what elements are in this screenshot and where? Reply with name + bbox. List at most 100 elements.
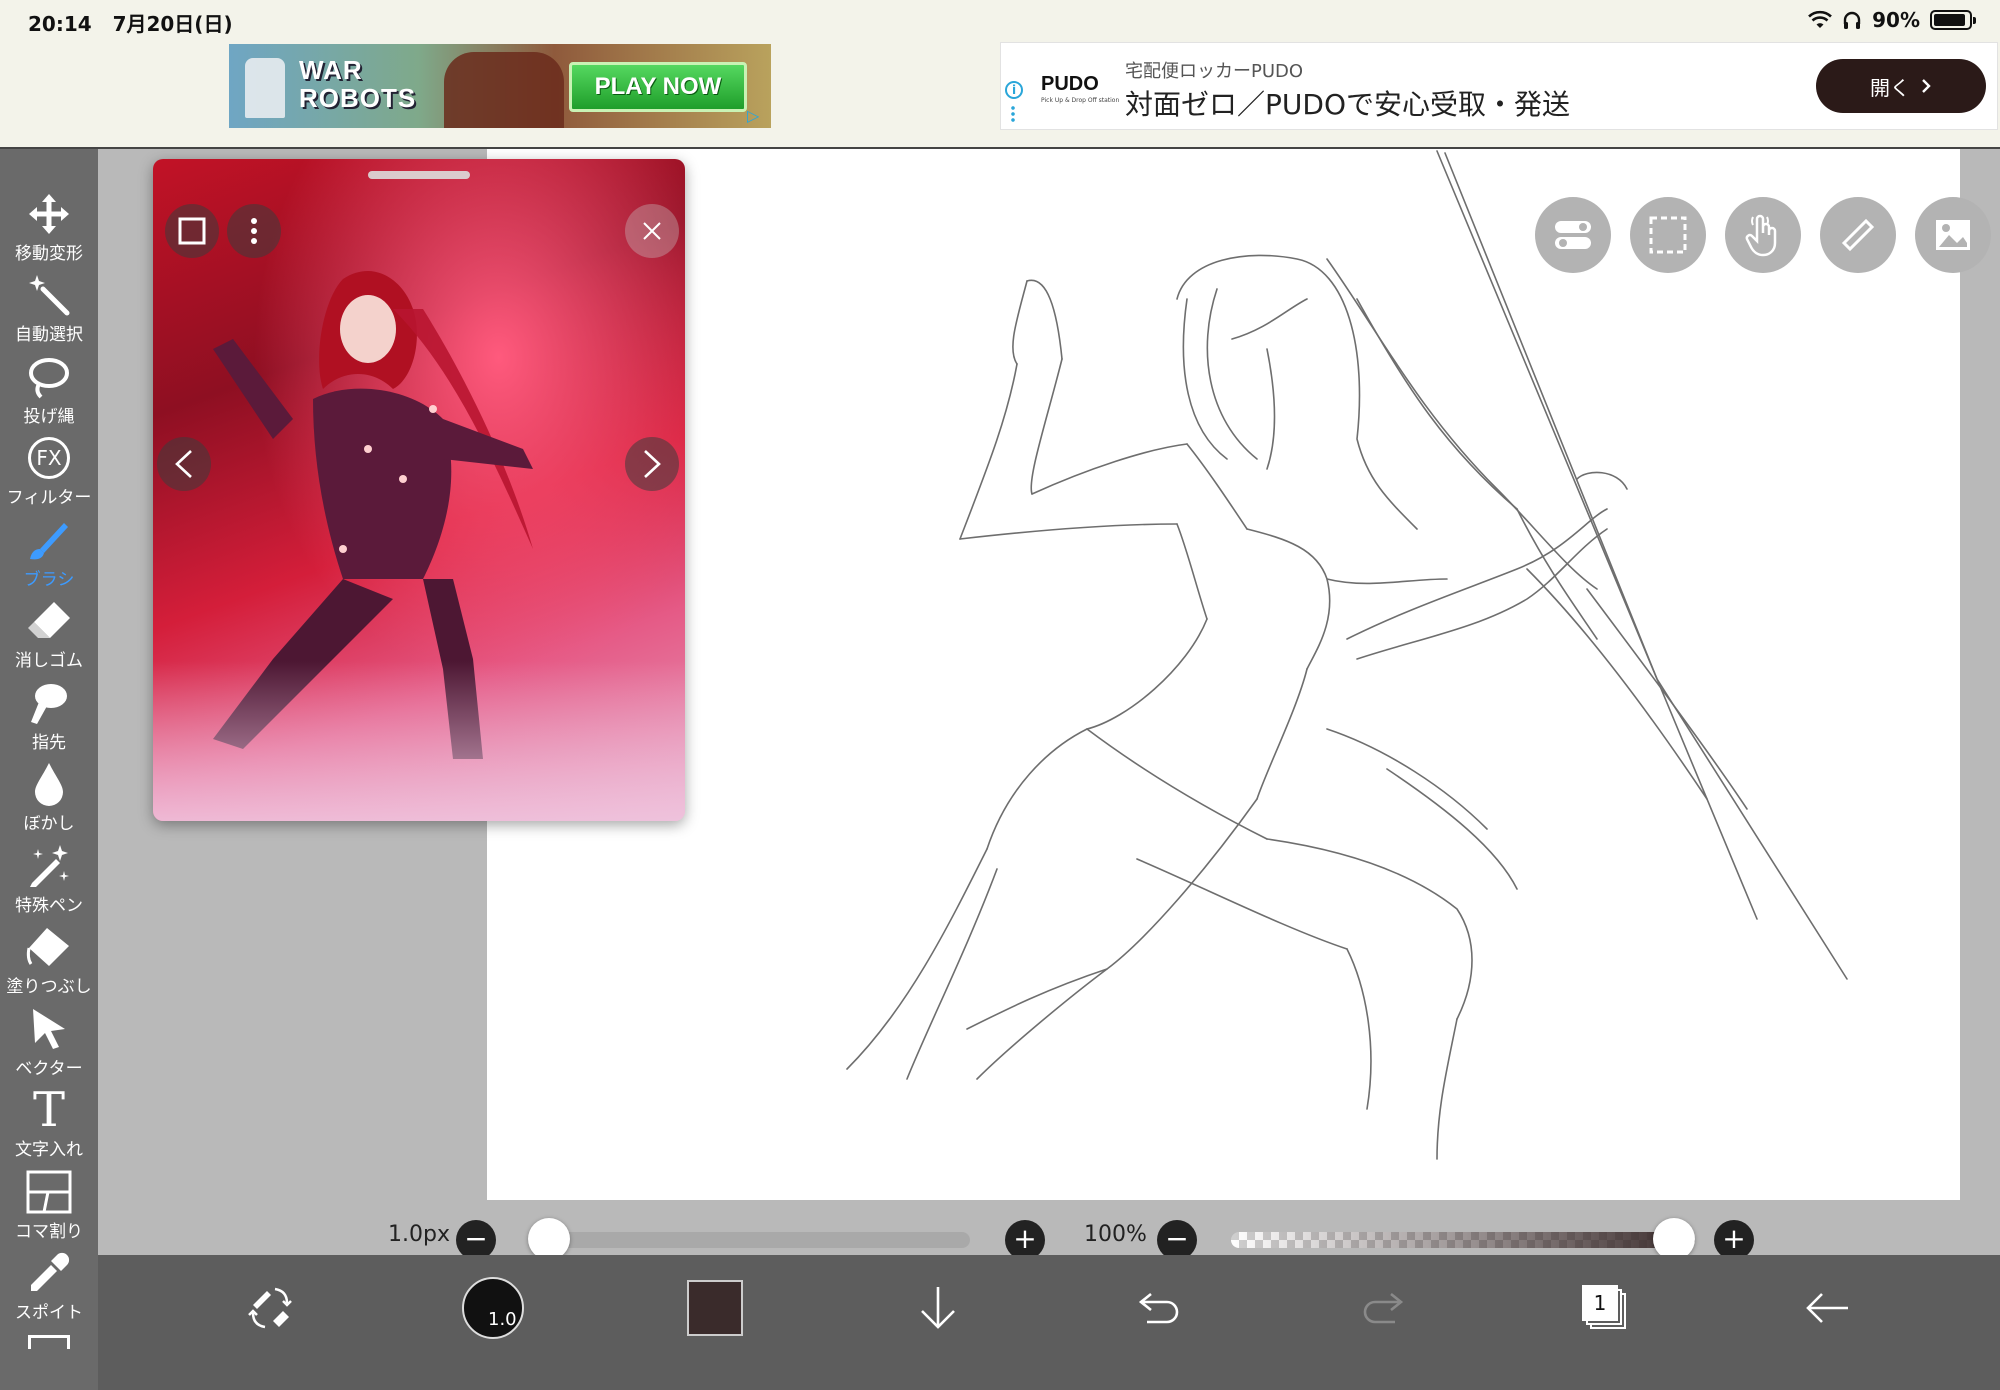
brush-icon: [30, 523, 68, 560]
opacity-track[interactable]: [1231, 1232, 1695, 1248]
tool-vector[interactable]: ベクター: [0, 1004, 98, 1084]
size-increase-button[interactable]: +: [1005, 1220, 1045, 1260]
tool-fill[interactable]: 塗りつぶし: [0, 922, 98, 1002]
ruler-button[interactable]: [1820, 197, 1896, 273]
finger-icon: [31, 684, 67, 724]
chevron-left-icon: [175, 450, 192, 478]
tool-label: 指先: [32, 733, 66, 753]
opacity-value: 100%: [1084, 1222, 1147, 1247]
ad-headline: 対面ゼロ／PUDOで安心受取・発送: [1125, 88, 1570, 121]
arrow-left-icon: [1806, 1293, 1848, 1323]
toggle-panel-button[interactable]: [1535, 197, 1611, 273]
ad-subtitle: 宅配便ロッカーPUDO: [1125, 61, 1304, 82]
tool-magic-wand[interactable]: 自動選択: [0, 270, 98, 350]
mech-art: [444, 52, 564, 128]
tool-eraser[interactable]: 消しゴム: [0, 596, 98, 676]
opacity-increase-button[interactable]: +: [1714, 1220, 1754, 1260]
brush-size-button[interactable]: 1.0: [458, 1273, 528, 1343]
tool-move[interactable]: 移動変形: [0, 189, 98, 269]
tool-filter[interactable]: FX フィルター: [0, 433, 98, 513]
eraser-icon: [28, 602, 70, 638]
move-icon: [29, 194, 69, 234]
fx-icon: FX: [28, 437, 70, 479]
sketch-lines: [846, 150, 1848, 1160]
quick-switch-button[interactable]: [235, 1273, 305, 1343]
tool-eyedropper[interactable]: スポイト: [0, 1248, 98, 1328]
pudo-logo: PUDO: [1041, 73, 1099, 95]
more-vertical-icon: [251, 218, 257, 244]
fit-window-button[interactable]: [165, 204, 219, 258]
ad-banner-pudo[interactable]: i PUDO Pick Up & Drop Off station 宅配便ロッカ…: [1000, 42, 1998, 130]
pudo-logo-sub: Pick Up & Drop Off station: [1041, 97, 1120, 104]
download-button[interactable]: [903, 1273, 973, 1343]
brush-size-knob[interactable]: [528, 1218, 570, 1260]
tool-lasso[interactable]: 投げ縄: [0, 352, 98, 432]
open-button[interactable]: 開く: [1816, 59, 1986, 113]
drawing-app: 移動変形 自動選択 投げ縄 FX フィルター ブラシ 消しゴム 指先 ぼかし 特…: [0, 147, 2000, 1390]
selection-button[interactable]: [1630, 197, 1706, 273]
tool-label: 投げ縄: [23, 407, 75, 427]
close-reference-button[interactable]: [625, 204, 679, 258]
layers-button[interactable]: 1: [1570, 1273, 1640, 1343]
cursor-icon: [33, 1009, 65, 1049]
redo-button[interactable]: [1347, 1273, 1417, 1343]
tool-finger[interactable]: 指先: [0, 678, 98, 758]
panel-icon: [26, 1170, 72, 1214]
tool-label: 自動選択: [15, 325, 83, 345]
more-dots-icon[interactable]: [1011, 105, 1015, 123]
tool-blur[interactable]: ぼかし: [0, 759, 98, 839]
text-icon: T: [32, 1082, 65, 1138]
layers-icon: 1: [1582, 1285, 1628, 1331]
tool-label: ベクター: [15, 1059, 83, 1079]
tool-label: 文字入れ: [15, 1140, 83, 1160]
opacity-decrease-button[interactable]: −: [1157, 1220, 1197, 1260]
previous-image-button[interactable]: [157, 437, 211, 491]
status-bar: 20:14 7月20日(日) 90%: [0, 0, 2000, 42]
tool-text[interactable]: T 文字入れ: [0, 1085, 98, 1165]
hand-touch-icon: [1745, 214, 1777, 257]
drag-handle[interactable]: [368, 171, 470, 179]
magic-wand-icon: [29, 275, 70, 316]
sparkle-pen-icon: [30, 845, 69, 887]
reference-image-window[interactable]: [153, 159, 685, 821]
reference-menu-button[interactable]: [227, 204, 281, 258]
redo-icon: [1363, 1292, 1404, 1324]
image-button[interactable]: [1915, 197, 1991, 273]
touch-button[interactable]: [1725, 197, 1801, 273]
opacity-knob[interactable]: [1653, 1218, 1695, 1260]
droplet-icon: [35, 763, 63, 806]
undo-icon: [1138, 1292, 1179, 1324]
next-image-button[interactable]: [625, 437, 679, 491]
layer-count: 1: [1582, 1285, 1618, 1321]
close-icon: [643, 222, 661, 240]
battery-fill: [1934, 14, 1965, 26]
current-color-swatch: [687, 1280, 743, 1336]
back-button[interactable]: [1792, 1273, 1862, 1343]
tool-panel[interactable]: コマ割り: [0, 1167, 98, 1247]
adchoices-icon[interactable]: ▷: [747, 106, 765, 125]
brush-size-track[interactable]: [528, 1232, 970, 1248]
eyedropper-icon: [31, 1252, 70, 1291]
brush-preview-circle: 1.0: [462, 1277, 524, 1339]
info-icon[interactable]: i: [1005, 81, 1023, 99]
tool-label: フィルター: [6, 488, 92, 508]
size-decrease-button[interactable]: −: [456, 1220, 496, 1260]
tool-special-pen[interactable]: 特殊ペン: [0, 841, 98, 921]
status-indicators: 90%: [1808, 8, 1976, 32]
square-icon: [178, 217, 206, 245]
arrow-down-icon: [921, 1287, 955, 1329]
play-now-button[interactable]: PLAY NOW: [569, 62, 747, 112]
undo-button[interactable]: [1125, 1273, 1195, 1343]
tool-label: ブラシ: [23, 570, 75, 590]
battery-icon: [1930, 10, 1976, 30]
ad-banner-war-robots[interactable]: WAR ROBOTS PLAY NOW ▷: [229, 44, 771, 128]
status-time: 20:14 7月20日(日): [28, 12, 233, 36]
lasso-icon: [29, 358, 69, 399]
color-button[interactable]: [680, 1273, 750, 1343]
toolbar-overflow-item[interactable]: [28, 1335, 70, 1349]
headphones-icon: [1843, 11, 1861, 29]
ruler-icon: [1841, 218, 1875, 252]
tool-label: コマ割り: [15, 1222, 83, 1242]
tool-brush[interactable]: ブラシ: [0, 515, 98, 595]
drawing-canvas[interactable]: [487, 149, 1991, 1200]
